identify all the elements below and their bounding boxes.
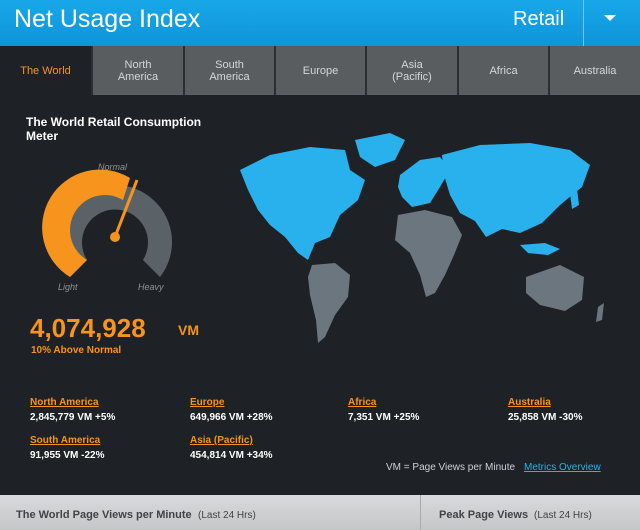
header-divider	[583, 0, 584, 46]
region-stat-africa: Africa 7,351 VM +25%	[348, 397, 419, 423]
gauge-hub	[110, 232, 120, 242]
gauge-label-normal: Normal	[98, 162, 128, 172]
tab-australia[interactable]: Australia	[548, 46, 640, 95]
region-value: 91,955 VM -22%	[30, 450, 105, 461]
map-south-america[interactable]	[308, 263, 350, 343]
meter-title: The World Retail Consumption Meter	[26, 115, 202, 143]
tab-south-america[interactable]: South America	[183, 46, 274, 95]
app-title: Net Usage Index	[14, 5, 201, 33]
region-value: 25,858 VM -30%	[508, 412, 583, 423]
metrics-overview-link[interactable]: Metrics Overview	[524, 462, 601, 473]
tab-europe[interactable]: Europe	[274, 46, 365, 95]
region-value: 7,351 VM +25%	[348, 412, 420, 423]
footer-bar: The World Page Views per Minute (Last 24…	[0, 495, 640, 530]
footer-peak-views-title[interactable]: Peak Page Views	[439, 509, 528, 521]
region-value: 2,845,779 VM +5%	[30, 412, 116, 423]
footer-peak-views-range: (Last 24 Hrs)	[534, 510, 592, 521]
region-name[interactable]: South America	[30, 435, 105, 446]
main-panel: The World Retail Consumption Meter Norma…	[0, 95, 640, 495]
region-stat-australia: Australia 25,858 VM -30%	[508, 397, 583, 423]
meter-value: 4,074,928	[30, 313, 146, 343]
tab-the-world[interactable]: The World	[0, 46, 91, 95]
map-greenland[interactable]	[355, 133, 405, 167]
app-header: Net Usage Index Retail	[0, 0, 640, 46]
region-name[interactable]: Asia (Pacific)	[190, 435, 273, 446]
tab-north-america[interactable]: North America	[91, 46, 183, 95]
map-africa[interactable]	[395, 210, 462, 297]
region-name[interactable]: Africa	[348, 397, 419, 408]
segment-selector-label[interactable]: Retail	[513, 8, 564, 31]
chevron-down-icon[interactable]	[604, 15, 616, 21]
tab-africa[interactable]: Africa	[457, 46, 548, 95]
footer-page-views-title[interactable]: The World Page Views per Minute	[16, 509, 192, 521]
region-value: 649,966 VM +28%	[190, 412, 273, 423]
region-value: 454,814 VM +34%	[190, 450, 273, 461]
gauge-label-light: Light	[58, 282, 78, 292]
meter-status: 10% Above Normal	[31, 345, 122, 356]
map-new-zealand[interactable]	[596, 303, 604, 322]
vm-legend: VM = Page Views per Minute	[386, 462, 516, 473]
map-asia[interactable]	[442, 143, 590, 237]
region-name[interactable]: North America	[30, 397, 115, 408]
map-indonesia[interactable]	[520, 243, 560, 255]
world-map	[240, 133, 604, 343]
region-stat-south-america: South America 91,955 VM -22%	[30, 435, 105, 461]
footer-divider	[420, 495, 421, 530]
map-australia[interactable]	[526, 265, 584, 311]
meter-unit: VM	[178, 322, 199, 338]
consumption-gauge: Normal Light Heavy	[42, 162, 172, 292]
footer-page-views-range: (Last 24 Hrs)	[198, 510, 256, 521]
map-north-america[interactable]	[240, 147, 365, 260]
region-stat-asia-pacific: Asia (Pacific) 454,814 VM +34%	[190, 435, 273, 461]
region-tabs: The World North America South America Eu…	[0, 46, 640, 95]
region-stat-europe: Europe 649,966 VM +28%	[190, 397, 273, 423]
region-name[interactable]: Australia	[508, 397, 583, 408]
region-stat-north-america: North America 2,845,779 VM +5%	[30, 397, 115, 423]
map-europe[interactable]	[398, 157, 450, 207]
gauge-label-heavy: Heavy	[138, 282, 164, 292]
tab-asia-pacific[interactable]: Asia (Pacific)	[365, 46, 457, 95]
region-name[interactable]: Europe	[190, 397, 273, 408]
